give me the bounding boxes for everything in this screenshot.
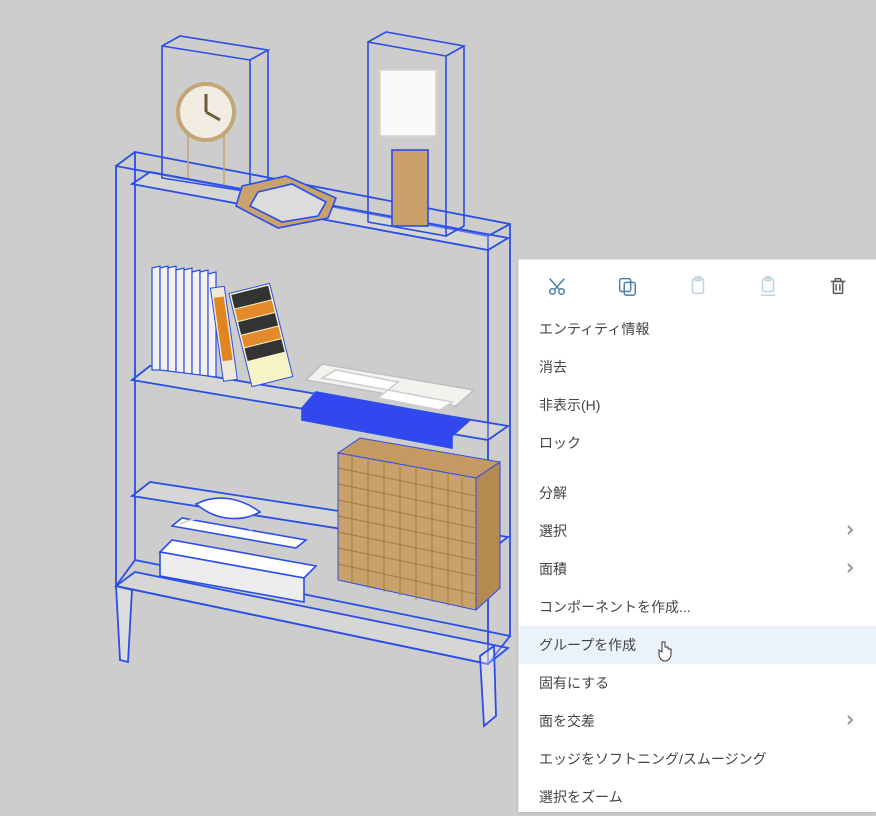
menu-label: 分解 <box>539 483 856 503</box>
menu-item-make-component[interactable]: コンポーネントを作成... <box>519 588 876 626</box>
menu-label: エンティティ情報 <box>539 319 856 339</box>
menu-item-area[interactable]: 面積 <box>519 550 876 588</box>
context-menu: エンティティ情報 消去 非表示(H) ロック 分解 選択 面積 コンポーネントを… <box>518 259 876 812</box>
trash-icon[interactable] <box>824 272 852 300</box>
chevron-right-icon <box>844 713 856 729</box>
menu-label: グループを作成 <box>539 635 856 655</box>
menu-item-entity-info[interactable]: エンティティ情報 <box>519 310 876 348</box>
menu-label: 消去 <box>539 357 856 377</box>
menu-label: 選択 <box>539 521 844 541</box>
menu-item-make-unique[interactable]: 固有にする <box>519 664 876 702</box>
cut-icon[interactable] <box>543 272 571 300</box>
menu-item-explode[interactable]: 分解 <box>519 474 876 512</box>
menu-item-hide[interactable]: 非表示(H) <box>519 386 876 424</box>
menu-item-soften-smooth-edges[interactable]: エッジをソフトニング/スムージング <box>519 740 876 778</box>
paste-in-place-icon <box>754 272 782 300</box>
menu-label: 固有にする <box>539 673 856 693</box>
menu-item-make-group[interactable]: グループを作成 <box>519 626 876 664</box>
menu-label: コンポーネントを作成... <box>539 597 856 617</box>
menu-item-lock[interactable]: ロック <box>519 424 876 462</box>
chevron-right-icon <box>844 561 856 577</box>
chevron-right-icon <box>844 523 856 539</box>
context-menu-toolbar <box>519 260 876 310</box>
menu-item-zoom-selection[interactable]: 選択をズーム <box>519 778 876 816</box>
menu-label: 選択をズーム <box>539 787 856 807</box>
menu-label: ロック <box>539 433 856 453</box>
menu-item-erase[interactable]: 消去 <box>519 348 876 386</box>
menu-label: 面積 <box>539 559 844 579</box>
menu-item-select[interactable]: 選択 <box>519 512 876 550</box>
menu-item-intersect-faces[interactable]: 面を交差 <box>519 702 876 740</box>
menu-label: 非表示(H) <box>539 395 856 415</box>
copy-icon[interactable] <box>613 272 641 300</box>
menu-label: エッジをソフトニング/スムージング <box>539 749 856 769</box>
paste-icon <box>684 272 712 300</box>
menu-label: 面を交差 <box>539 711 844 731</box>
